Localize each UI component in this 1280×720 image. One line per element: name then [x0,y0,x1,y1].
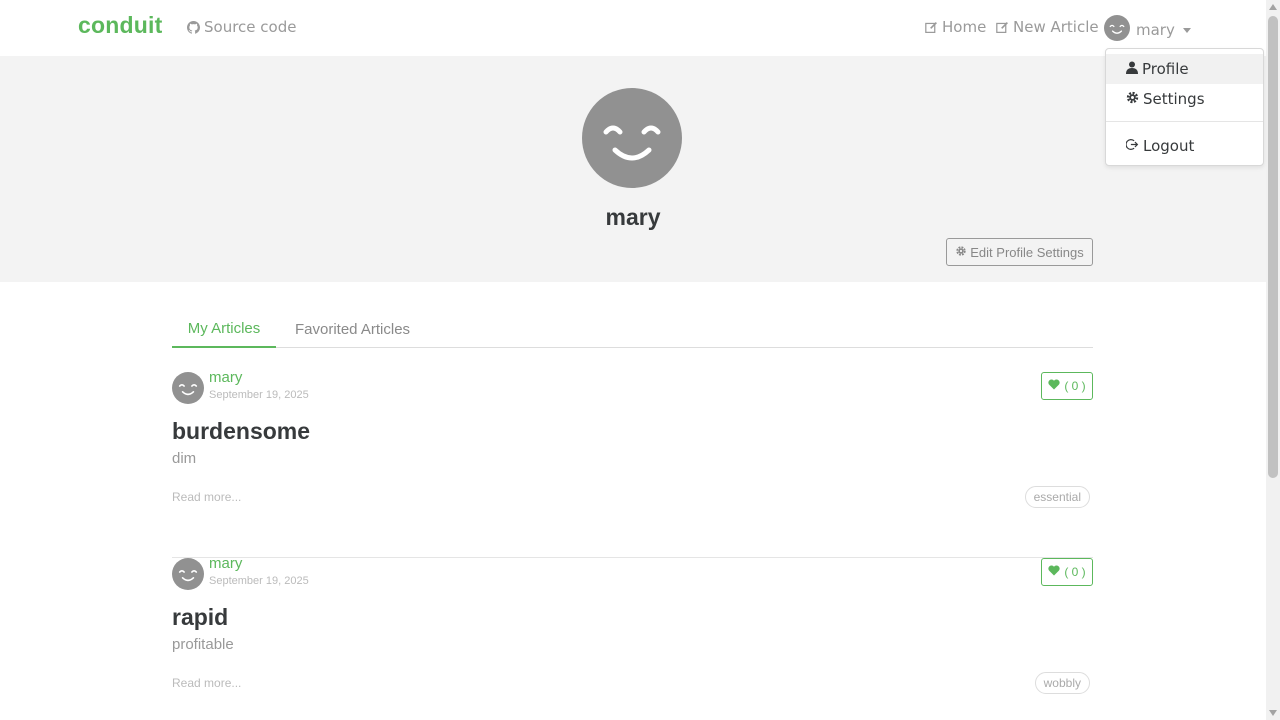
scroll-up-arrow-icon[interactable] [1269,4,1277,10]
author-name-link[interactable]: mary [209,555,242,572]
profile-username: mary [605,204,661,230]
article-tabs: My Articles Favorited Articles [172,310,1093,348]
dropdown-logout-label: Logout [1143,137,1195,155]
source-code-link[interactable]: Source code [187,18,296,36]
dropdown-item-logout[interactable]: Logout [1106,131,1263,161]
dropdown-profile-label: Profile [1142,60,1189,78]
dropdown-divider [1106,121,1263,122]
nav-new-article-link[interactable]: New Article [996,18,1099,36]
article-title[interactable]: rapid [172,604,228,631]
profile-avatar [582,88,682,188]
article-date: September 19, 2025 [209,575,309,587]
article-preview: mary September 19, 2025 ( 0 ) rapid prof… [172,555,1093,720]
read-more-link[interactable]: Read more... [172,676,241,690]
author-name-link[interactable]: mary [209,369,242,386]
source-code-label: Source code [204,18,297,36]
user-menu-toggle[interactable]: mary [1104,15,1191,45]
heart-icon [1048,565,1060,579]
article-description: profitable [172,636,234,653]
article-tag[interactable]: essential [1024,486,1090,508]
edit-icon [925,21,938,34]
author-avatar[interactable] [172,372,204,404]
author-avatar[interactable] [172,558,204,590]
nav-home-label: Home [942,18,987,36]
user-menu-name: mary [1136,21,1175,39]
article-title[interactable]: burdensome [172,418,310,445]
caret-down-icon [1182,27,1191,33]
github-icon [187,20,200,34]
logout-icon [1125,137,1139,155]
dropdown-settings-label: Settings [1143,90,1205,108]
tab-my-articles[interactable]: My Articles [172,310,276,348]
article-date: September 19, 2025 [209,389,309,401]
article-preview: mary September 19, 2025 ( 0 ) burdensome… [172,369,1093,558]
dropdown-item-profile[interactable]: Profile [1106,54,1263,84]
dropdown-item-settings[interactable]: Settings [1106,84,1263,114]
favorite-button[interactable]: ( 0 ) [1041,558,1093,586]
nav-new-article-label: New Article [1013,18,1099,36]
favorite-button[interactable]: ( 0 ) [1041,372,1093,400]
nav-home-link[interactable]: Home [925,18,986,36]
edit-profile-settings-label: Edit Profile Settings [970,244,1084,260]
read-more-link[interactable]: Read more... [172,490,241,504]
scrollbar-thumb[interactable] [1268,16,1278,478]
heart-icon [1048,379,1060,393]
profile-banner: mary Edit Profile Settings [0,56,1266,282]
edit-icon [996,21,1009,34]
scroll-down-arrow-icon[interactable] [1269,710,1277,716]
vertical-scrollbar[interactable] [1266,0,1280,720]
user-icon [1126,60,1138,78]
gear-icon [1126,90,1139,108]
gear-icon [955,245,967,260]
brand-logo[interactable]: conduit [78,12,162,39]
edit-profile-settings-button[interactable]: Edit Profile Settings [946,238,1093,266]
favorite-count: ( 0 ) [1064,379,1086,393]
user-avatar [1104,15,1130,45]
favorite-count: ( 0 ) [1064,565,1086,579]
tab-favorited-articles[interactable]: Favorited Articles [295,310,410,348]
user-dropdown-menu: Profile Settings Logout [1105,48,1264,166]
navbar: conduit Source code Home New Article mar… [0,0,1266,56]
article-description: dim [172,450,197,467]
article-tag[interactable]: wobbly [1034,672,1090,694]
